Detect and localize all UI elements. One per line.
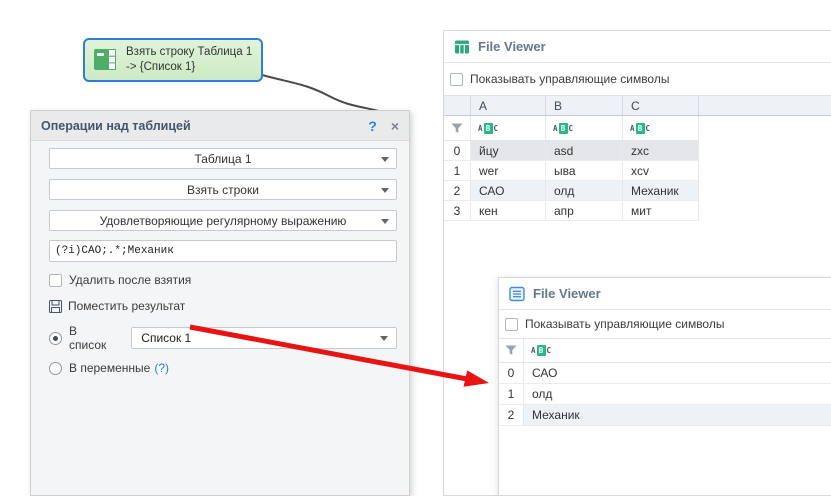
table-row[interactable]: 3 кен апр мит (444, 201, 699, 221)
row-index: 0 (499, 363, 524, 383)
table-select-value: Таблица 1 (194, 151, 252, 166)
row-index: 0 (444, 141, 471, 160)
file-viewer-list-panel: File Viewer Показывать управляющие симво… (498, 277, 831, 496)
table-cell[interactable]: xcv (623, 161, 699, 180)
to-list-label: В список (69, 324, 107, 352)
filter-row: ABC (499, 338, 831, 363)
table-cell[interactable]: wer (471, 161, 546, 180)
abc-type-icon: ABC (630, 122, 651, 134)
viewer1-title: File Viewer (478, 39, 546, 54)
list-item[interactable]: 1 олд (499, 384, 831, 405)
row-index: 2 (444, 181, 471, 200)
table-select-dropdown[interactable]: Таблица 1 (49, 148, 397, 169)
table-cell[interactable]: апр (546, 201, 623, 220)
table-cell[interactable]: мит (623, 201, 699, 220)
table-cell[interactable]: zxc (623, 141, 699, 160)
viewer2-title-row: File Viewer (499, 278, 831, 310)
condition-select-dropdown[interactable]: Удовлетворяющие регулярному выражению (49, 210, 397, 231)
list-item[interactable]: 0 САО (499, 363, 831, 384)
to-variables-radio[interactable] (49, 361, 62, 375)
delete-after-checkbox[interactable] (49, 273, 62, 287)
viewer2-title: File Viewer (533, 286, 601, 301)
filter-cell[interactable]: ABC (524, 339, 831, 362)
chevron-down-icon (381, 187, 389, 193)
filter-icon-cell[interactable] (444, 116, 471, 140)
delete-after-label: Удалить после взятия (69, 273, 192, 287)
filter-icon-cell[interactable] (499, 339, 524, 362)
abc-type-icon: ABC (478, 122, 499, 134)
table-row[interactable]: 1 wer ыва xcv (444, 161, 699, 181)
table-cell[interactable]: кен (471, 201, 546, 220)
table-operations-panel: Операции над таблицей ? × Таблица 1 Взят… (30, 110, 410, 496)
column-header-filler (699, 96, 831, 115)
row-index: 1 (444, 161, 471, 180)
list-value[interactable]: олд (524, 384, 831, 404)
viewer1-title-row: File Viewer (444, 31, 831, 63)
to-list-radio[interactable] (49, 331, 62, 345)
row-index: 1 (499, 384, 524, 404)
action-select-dropdown[interactable]: Взять строки (49, 179, 397, 200)
list-icon (509, 286, 525, 302)
list-select-dropdown[interactable]: Список 1 (131, 327, 397, 349)
table-cell[interactable]: олд (546, 181, 623, 200)
funnel-icon (505, 345, 517, 355)
table-row-icon (93, 46, 118, 74)
condition-select-value: Удовлетворяющие регулярному выражению (99, 213, 347, 228)
abc-type-icon: ABC (553, 122, 574, 134)
table-row[interactable]: 0 йцу asd zxc (444, 141, 699, 161)
column-header-c[interactable]: C (623, 96, 699, 115)
show-control-chars-checkbox-1[interactable] (450, 72, 463, 86)
table-cell[interactable]: САО (471, 181, 546, 200)
chevron-down-icon (381, 156, 389, 162)
list-value[interactable]: САО (524, 363, 831, 383)
list-item[interactable]: 2 Механик (499, 405, 831, 426)
regex-input[interactable] (49, 240, 397, 262)
table-cell[interactable]: Механик (623, 181, 699, 200)
filter-row: ABC ABC ABC (444, 116, 699, 141)
action-node-take-row[interactable]: Взять строку Таблица 1 -> {Список 1} (83, 38, 263, 82)
close-icon[interactable]: × (391, 118, 399, 134)
variables-help-link[interactable]: (?) (154, 361, 169, 375)
node-label: Взять строку Таблица 1 -> {Список 1} (126, 46, 253, 73)
show-control-chars-label-1: Показывать управляющие символы (470, 72, 670, 86)
funnel-icon (451, 123, 463, 133)
table-row[interactable]: 2 САО олд Механик (444, 181, 699, 201)
action-select-value: Взять строки (187, 182, 259, 197)
panel-title: Операции над таблицей (41, 118, 191, 133)
to-variables-label: В переменные (69, 361, 151, 375)
save-icon (49, 299, 62, 313)
chevron-down-icon (381, 218, 389, 224)
list-value[interactable]: Механик (524, 405, 831, 425)
column-header-a[interactable]: A (471, 96, 546, 115)
help-icon[interactable]: ? (368, 118, 377, 134)
column-header-b[interactable]: B (546, 96, 623, 115)
row-index: 3 (444, 201, 471, 220)
table-cell[interactable]: йцу (471, 141, 546, 160)
show-control-chars-checkbox-2[interactable] (505, 317, 518, 331)
table-cell[interactable]: asd (546, 141, 623, 160)
filter-cell-a[interactable]: ABC (471, 116, 546, 140)
row-index: 2 (499, 405, 524, 425)
place-result-label: Поместить результат (68, 299, 186, 313)
panel-header: Операции над таблицей ? × (31, 111, 409, 141)
filter-cell-b[interactable]: ABC (546, 116, 623, 140)
table-grid-icon (454, 39, 470, 55)
column-header-row: A B C (444, 95, 831, 116)
corner-header-cell[interactable] (444, 96, 471, 115)
show-control-chars-label-2: Показывать управляющие символы (525, 317, 725, 331)
table-cell[interactable]: ыва (546, 161, 623, 180)
list-select-value: Список 1 (141, 331, 192, 345)
chevron-down-icon (380, 336, 388, 341)
abc-type-icon: ABC (531, 345, 552, 356)
filter-cell-c[interactable]: ABC (623, 116, 699, 140)
